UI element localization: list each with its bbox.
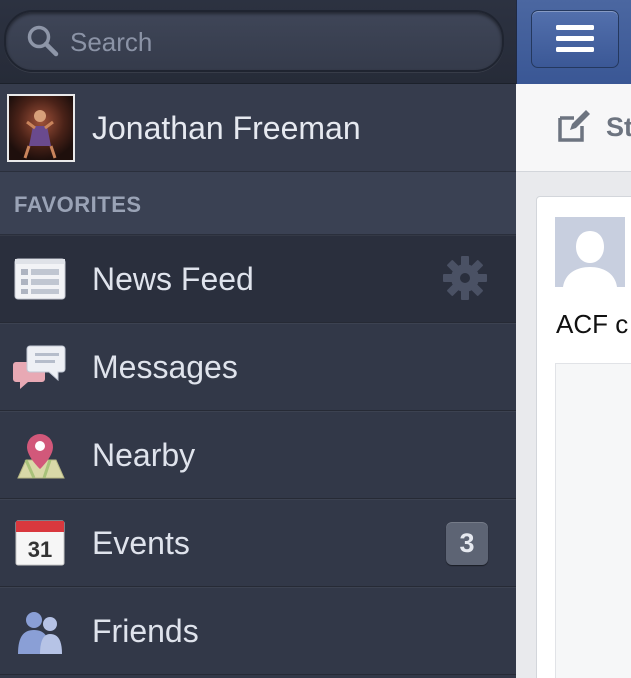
post-text: ACF c: [556, 309, 629, 339]
calendar-day: 31: [28, 537, 52, 562]
search-box[interactable]: [4, 10, 504, 72]
sidebar-item-label: News Feed: [92, 261, 254, 297]
favorites-label: FAVORITES: [14, 192, 142, 217]
sidebar-item-label: Events: [92, 525, 190, 561]
search-input[interactable]: [68, 21, 482, 63]
sidebar-item-news-feed[interactable]: News Feed: [0, 235, 516, 323]
sidebar: Jonathan Freeman FAVORITES News Feed Mes…: [0, 0, 516, 678]
search-bar: [0, 0, 516, 84]
profile-name: Jonathan Freeman: [92, 110, 361, 146]
top-bar: [516, 0, 631, 84]
sidebar-item-events[interactable]: 31 Events 3: [0, 499, 516, 587]
nearby-pin-icon: [17, 434, 65, 479]
sidebar-item-nearby[interactable]: Nearby: [0, 411, 516, 499]
menu-button[interactable]: [531, 10, 619, 68]
avatar: [7, 94, 75, 162]
favorites-header: FAVORITES: [0, 172, 516, 235]
sidebar-item-label: Messages: [92, 349, 238, 385]
calendar-icon: 31: [15, 520, 65, 566]
messages-icon: [13, 345, 66, 389]
sidebar-item-label: Nearby: [92, 437, 196, 473]
profile-row[interactable]: Jonathan Freeman: [0, 84, 516, 172]
status-button-label: St: [606, 112, 631, 142]
pencil-icon: [558, 110, 590, 142]
friends-icon: [18, 612, 62, 654]
events-count-badge: 3: [446, 522, 488, 565]
sidebar-item-friends[interactable]: Friends: [0, 587, 516, 675]
default-avatar-icon: [555, 217, 625, 287]
search-icon: [27, 25, 59, 57]
post-card: ACF c: [536, 196, 631, 678]
feed-panel: St ACF c: [516, 0, 631, 678]
hamburger-icon: [556, 25, 594, 52]
news-feed-icon: [14, 258, 66, 300]
status-bar[interactable]: St: [516, 84, 631, 172]
sidebar-item-label: Friends: [92, 613, 199, 649]
sidebar-item-messages[interactable]: Messages: [0, 323, 516, 411]
post-media[interactable]: [555, 363, 631, 678]
gear-icon[interactable]: [442, 255, 488, 301]
